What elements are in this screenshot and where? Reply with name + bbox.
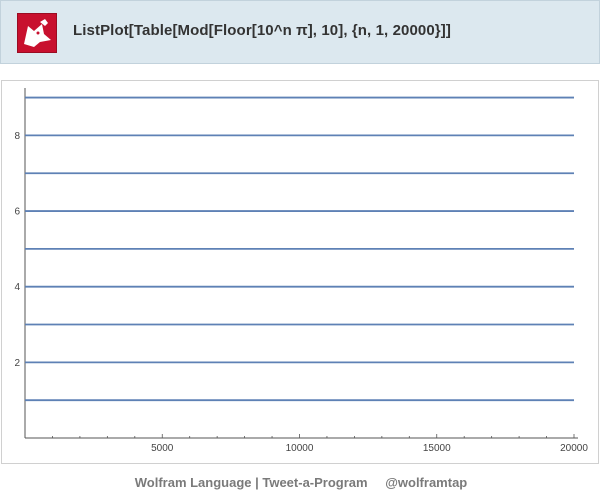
footer: Wolfram Language | Tweet-a-Program @wolf… [0,475,602,490]
x-tick-label: 5000 [151,443,174,454]
plot-frame: 5000 10000 15000 20000 2 4 6 8 [1,80,599,464]
header-bar: ListPlot[Table[Mod[Floor[10^n π], 10], {… [0,0,600,64]
footer-handle: @wolframtap [385,475,468,490]
x-tick-label: 20000 [560,443,588,454]
x-tick-label: 10000 [286,443,314,454]
footer-brand: Wolfram Language | Tweet-a-Program [134,475,368,490]
wolfram-spikey-wolf-icon [17,13,57,53]
y-tick-label: 6 [14,207,20,218]
x-tick-label: 15000 [423,443,451,454]
list-plot-chart: 5000 10000 15000 20000 2 4 6 8 [14,88,588,454]
y-tick-label: 4 [14,282,20,293]
page-title: ListPlot[Table[Mod[Floor[10^n π], 10], {… [73,22,451,39]
y-tick-label: 2 [14,358,20,369]
y-tick-label: 8 [14,131,20,142]
